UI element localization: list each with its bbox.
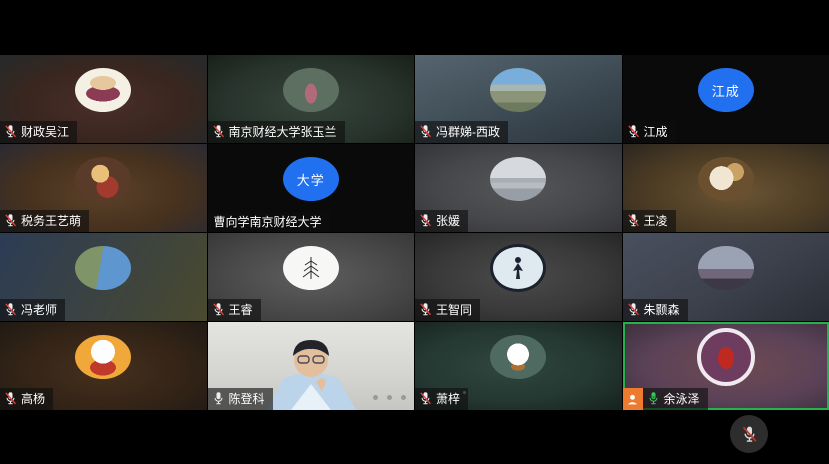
participant-tile-fenglaoshi[interactable]: 冯老师	[0, 233, 207, 321]
avatar	[283, 68, 339, 112]
participant-name: 萧梓	[436, 393, 460, 405]
participant-tile-chendengke-video[interactable]: 陈登科	[208, 322, 415, 410]
avatar	[75, 246, 131, 290]
participant-name: 朱颢森	[644, 304, 680, 316]
name-tag: 萧梓	[415, 388, 468, 410]
meeting-window: 财政吴江 南京财经大学张玉兰 冯群娣-西政 江成 江成	[0, 0, 829, 464]
participant-grid: 财政吴江 南京财经大学张玉兰 冯群娣-西政 江成 江成	[0, 55, 829, 410]
participant-tile-zhangyuan[interactable]: 张媛	[415, 144, 622, 232]
participant-name: 南京财经大学张玉兰	[229, 126, 337, 138]
muted-mic-icon	[418, 391, 433, 406]
avatar	[490, 335, 546, 379]
participant-tile-wangzhitong[interactable]: 王智同	[415, 233, 622, 321]
bottom-bar	[0, 410, 829, 464]
muted-mic-icon	[626, 302, 641, 317]
name-tag: 王凌	[623, 210, 676, 232]
muted-mic-icon	[418, 302, 433, 317]
avatar	[698, 246, 754, 290]
mic-on-icon	[211, 391, 226, 406]
muted-mic-icon	[3, 124, 18, 139]
participant-tile-caizhengwujiang[interactable]: 财政吴江	[0, 55, 207, 143]
muted-mic-icon	[3, 302, 18, 317]
host-badge-icon	[623, 388, 643, 410]
participant-name: 冯群娣-西政	[436, 126, 500, 138]
avatar	[283, 246, 339, 290]
muted-mic-icon	[211, 124, 226, 139]
name-tag: 财政吴江	[0, 121, 77, 143]
pine-tree-icon	[300, 255, 322, 281]
muted-mic-icon	[418, 213, 433, 228]
participant-name: 税务王艺萌	[21, 215, 81, 227]
name-tag: 余泳泽	[643, 388, 708, 410]
participant-name: 王睿	[229, 304, 253, 316]
name-tag: 冯群娣-西政	[415, 121, 508, 143]
name-tag: 江成	[623, 121, 676, 143]
participant-tile-jiangcheng[interactable]: 江成 江成	[623, 55, 829, 143]
participant-tile-xiaozi[interactable]: 萧梓	[415, 322, 622, 410]
avatar-initials: 江成	[698, 68, 754, 112]
avatar-logo	[697, 328, 755, 386]
participant-name: 王智同	[436, 304, 472, 316]
muted-mic-icon	[626, 213, 641, 228]
avatar	[490, 244, 546, 292]
participant-name: 王凌	[644, 215, 668, 227]
name-tag: 曹向学南京财经大学	[208, 213, 330, 232]
participant-name: 余泳泽	[664, 393, 700, 405]
muted-mic-icon	[3, 391, 18, 406]
participant-tile-gaoyang[interactable]: 高杨	[0, 322, 207, 410]
avatar-initials: 大学	[283, 157, 339, 201]
participant-tile-zhuhaosen[interactable]: 朱颢森	[623, 233, 829, 321]
participant-tile-yuyongze[interactable]: 余泳泽	[623, 322, 829, 410]
muted-mic-icon	[740, 425, 759, 444]
silhouette-figure-icon	[509, 255, 527, 281]
participant-name: 曹向学南京财经大学	[214, 216, 322, 228]
participant-tile-wangrui[interactable]: 王睿	[208, 233, 415, 321]
mic-control-button[interactable]	[730, 415, 768, 453]
avatar	[75, 68, 131, 112]
name-tag: 王智同	[415, 299, 480, 321]
name-tag: 张媛	[415, 210, 468, 232]
participant-name: 江成	[644, 126, 668, 138]
muted-mic-icon	[418, 124, 433, 139]
gallery-pagination-dots	[373, 395, 406, 400]
mic-active-icon	[646, 391, 661, 406]
participant-tile-zhangyulan[interactable]: 南京财经大学张玉兰	[208, 55, 415, 143]
avatar	[490, 68, 546, 112]
muted-mic-icon	[3, 213, 18, 228]
participant-name: 张媛	[436, 215, 460, 227]
name-tag: 王睿	[208, 299, 261, 321]
muted-mic-icon	[211, 302, 226, 317]
avatar	[75, 157, 131, 201]
participant-tile-caoxiangxue[interactable]: 大学 曹向学南京财经大学	[208, 144, 415, 232]
name-tag: 陈登科	[208, 388, 273, 410]
participant-name: 高杨	[21, 393, 45, 405]
name-tag: 南京财经大学张玉兰	[208, 121, 345, 143]
participant-name: 财政吴江	[21, 126, 69, 138]
name-tag: 冯老师	[0, 299, 65, 321]
participant-name: 冯老师	[21, 304, 57, 316]
avatar	[490, 157, 546, 201]
name-tag: 朱颢森	[623, 299, 688, 321]
avatar	[698, 157, 754, 201]
avatar	[75, 335, 131, 379]
participant-tile-wangyimeng[interactable]: 税务王艺萌	[0, 144, 207, 232]
participant-tile-wangling[interactable]: 王凌	[623, 144, 829, 232]
participant-tile-fengqundi[interactable]: 冯群娣-西政	[415, 55, 622, 143]
name-tag: 高杨	[0, 388, 53, 410]
name-tag: 税务王艺萌	[0, 210, 89, 232]
participant-name: 陈登科	[229, 393, 265, 405]
muted-mic-icon	[626, 124, 641, 139]
